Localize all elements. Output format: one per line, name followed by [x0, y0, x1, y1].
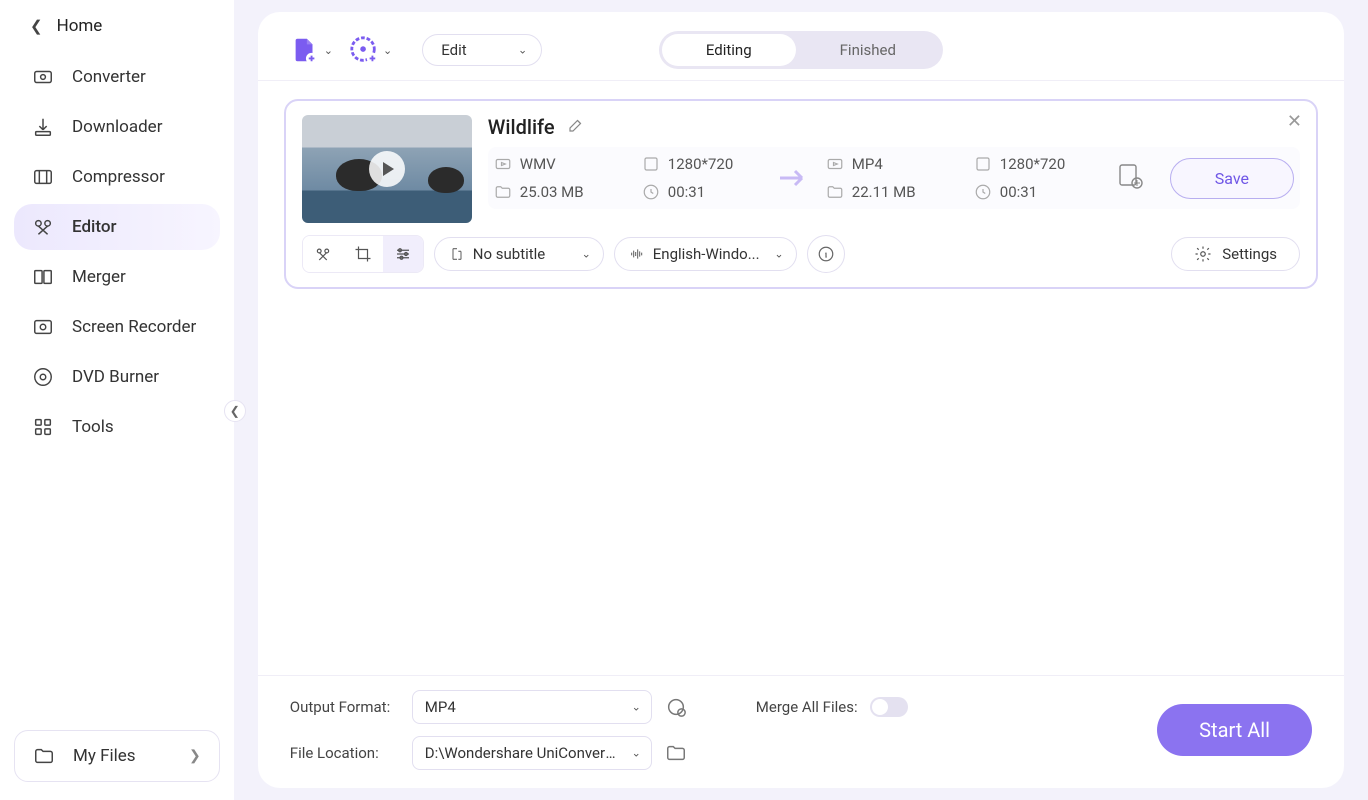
tools-icon: [32, 416, 54, 438]
content-area: ✕ Wildlife WMV 1280*720 25.03 M: [258, 81, 1344, 675]
file-location-value: D:\Wondershare UniConverter 1: [425, 744, 636, 762]
status-tabs: Editing Finished: [659, 31, 943, 69]
sidebar: ❮ Home Converter Downloader Compressor E…: [0, 0, 234, 800]
edit-mode-value: Edit: [441, 41, 466, 59]
sidebar-item-label: Screen Recorder: [72, 317, 196, 337]
compressor-icon: [32, 166, 54, 188]
home-label: Home: [57, 16, 103, 36]
footer: Output Format: MP4 ⌄ Merge All Files: St…: [258, 675, 1344, 788]
edit-mode-select[interactable]: Edit ⌄: [422, 34, 542, 66]
sidebar-item-label: Downloader: [72, 117, 162, 137]
downloader-icon: [32, 116, 54, 138]
dst-resolution: 1280*720: [1000, 155, 1065, 173]
trim-button[interactable]: [303, 236, 343, 272]
adjust-button[interactable]: [383, 236, 423, 272]
subtitle-select[interactable]: No subtitle ⌄: [434, 237, 604, 271]
src-format: WMV: [520, 155, 556, 173]
settings-label: Settings: [1222, 245, 1277, 263]
rename-icon[interactable]: [567, 116, 585, 138]
collapse-sidebar-button[interactable]: ❮: [224, 400, 246, 422]
start-all-button[interactable]: Start All: [1157, 704, 1312, 756]
audio-track-select[interactable]: English-Windo... ⌄: [614, 237, 797, 271]
screen-recorder-icon: [32, 316, 54, 338]
panel: ⌄ ⌄ Edit ⌄ Editing Finished ✕ W: [258, 12, 1344, 788]
merger-icon: [32, 266, 54, 288]
chevron-down-icon: ⌄: [383, 44, 392, 57]
file-card: ✕ Wildlife WMV 1280*720 25.03 M: [284, 99, 1318, 289]
arrow-right-icon: [776, 167, 812, 189]
output-format-select[interactable]: MP4 ⌄: [412, 690, 652, 724]
output-format-label: Output Format:: [290, 698, 400, 716]
sidebar-item-merger[interactable]: Merger: [14, 254, 220, 300]
sidebar-item-editor[interactable]: Editor: [14, 204, 220, 250]
chevron-down-icon: ⌄: [582, 248, 591, 261]
nav-list: Converter Downloader Compressor Editor M…: [0, 54, 234, 450]
src-duration: 00:31: [668, 183, 705, 201]
chevron-down-icon: ⌄: [632, 701, 641, 714]
sidebar-item-label: Editor: [72, 217, 116, 237]
sidebar-item-label: Converter: [72, 67, 146, 87]
chevron-down-icon: ⌄: [518, 44, 527, 57]
my-files-label: My Files: [73, 746, 136, 766]
home-row[interactable]: ❮ Home: [0, 6, 234, 54]
destination-info: MP4 1280*720 22.11 MB 00:31: [826, 155, 1094, 201]
merge-label: Merge All Files:: [756, 698, 858, 716]
sidebar-item-compressor[interactable]: Compressor: [14, 154, 220, 200]
output-settings-icon[interactable]: [1116, 162, 1144, 194]
tab-finished[interactable]: Finished: [796, 34, 940, 66]
save-button[interactable]: Save: [1170, 158, 1294, 199]
main: ⌄ ⌄ Edit ⌄ Editing Finished ✕ W: [234, 0, 1368, 800]
file-title: Wildlife: [488, 115, 555, 139]
sidebar-item-tools[interactable]: Tools: [14, 404, 220, 450]
folder-icon: [33, 745, 55, 767]
video-thumbnail[interactable]: [302, 115, 472, 223]
chevron-down-icon: ⌄: [774, 248, 783, 261]
sidebar-item-label: DVD Burner: [72, 367, 159, 387]
sidebar-item-label: Merger: [72, 267, 126, 287]
subtitle-value: No subtitle: [473, 245, 545, 263]
sidebar-item-label: Tools: [72, 417, 114, 437]
format-settings-icon[interactable]: [664, 695, 688, 719]
merge-toggle[interactable]: [870, 697, 908, 717]
src-resolution: 1280*720: [668, 155, 733, 173]
src-size: 25.03 MB: [520, 183, 584, 201]
tab-editing[interactable]: Editing: [662, 34, 796, 66]
chevron-down-icon: ⌄: [324, 44, 333, 57]
file-location-select[interactable]: D:\Wondershare UniConverter 1 ⌄: [412, 736, 652, 770]
add-disc-button[interactable]: ⌄: [349, 35, 392, 65]
info-button[interactable]: [807, 235, 845, 273]
back-chevron-icon[interactable]: ❮: [30, 17, 43, 35]
audio-value: English-Windo...: [653, 245, 760, 263]
file-location-label: File Location:: [290, 744, 400, 762]
toolbar: ⌄ ⌄ Edit ⌄ Editing Finished: [258, 12, 1344, 81]
sidebar-item-dvd-burner[interactable]: DVD Burner: [14, 354, 220, 400]
chevron-right-icon: ❯: [189, 748, 201, 764]
play-icon[interactable]: [369, 151, 405, 187]
dst-size: 22.11 MB: [852, 183, 916, 201]
open-folder-icon[interactable]: [664, 741, 688, 765]
source-info: WMV 1280*720 25.03 MB 00:31: [494, 155, 762, 201]
close-icon[interactable]: ✕: [1287, 111, 1302, 132]
output-format-value: MP4: [425, 698, 456, 716]
edit-tool-group: [302, 235, 424, 273]
editor-icon: [32, 216, 54, 238]
chevron-down-icon: ⌄: [632, 747, 641, 760]
settings-button[interactable]: Settings: [1171, 237, 1300, 271]
dvd-burner-icon: [32, 366, 54, 388]
crop-button[interactable]: [343, 236, 383, 272]
converter-icon: [32, 66, 54, 88]
dst-duration: 00:31: [1000, 183, 1037, 201]
sidebar-item-label: Compressor: [72, 167, 165, 187]
add-file-button[interactable]: ⌄: [290, 35, 333, 65]
sidebar-item-converter[interactable]: Converter: [14, 54, 220, 100]
sidebar-item-downloader[interactable]: Downloader: [14, 104, 220, 150]
dst-format: MP4: [852, 155, 883, 173]
sidebar-item-screen-recorder[interactable]: Screen Recorder: [14, 304, 220, 350]
my-files-button[interactable]: My Files ❯: [14, 730, 220, 782]
